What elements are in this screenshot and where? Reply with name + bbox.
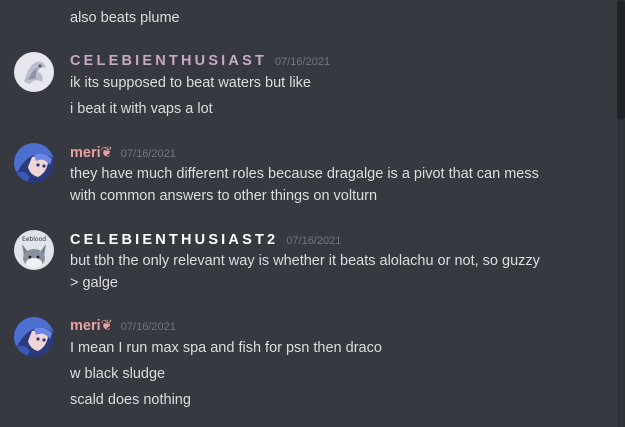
message-text: scald does nothing (70, 392, 191, 408)
username[interactable]: meri❦ (70, 143, 113, 163)
username[interactable]: CELEBIENTHUSIAST2 (70, 230, 278, 250)
message-text: ik its supposed to beat waters but like (70, 75, 311, 91)
blue-anime-avatar-icon[interactable] (14, 317, 54, 357)
avatar-caption: Eeblood (22, 236, 46, 243)
eevee-avatar-icon[interactable]: Eeblood (14, 230, 54, 270)
message-header: CELEBIENTHUSIAST 07/16/2021 (70, 51, 330, 71)
timestamp: 07/16/2021 (286, 235, 342, 247)
message-text: also beats plume (70, 10, 180, 26)
white-dragon-avatar-icon[interactable] (14, 52, 54, 92)
scrollbar-track[interactable] (617, 0, 625, 427)
message-text: but tbh the only relevant way is whether… (70, 253, 540, 269)
blue-anime-avatar-icon[interactable] (14, 143, 54, 183)
timestamp: 07/16/2021 (120, 321, 176, 333)
message-text: they have much different roles because d… (70, 166, 539, 182)
message-text: w black sludge (70, 366, 166, 382)
message-text: I mean I run max spa and fish for psn th… (70, 340, 382, 356)
timestamp: 07/16/2021 (120, 148, 176, 160)
message-list: also beats plume CELEBIENTHUSIAST 07/16/… (0, 0, 617, 427)
message-text: i beat it with vaps a lot (70, 101, 213, 117)
message-header: meri❦ 07/16/2021 (70, 143, 176, 163)
message-text: > galge (70, 275, 118, 291)
username[interactable]: meri❦ (70, 316, 113, 336)
username[interactable]: CELEBIENTHUSIAST (70, 51, 267, 71)
message-text: with common answers to other things on v… (70, 188, 378, 204)
timestamp: 07/16/2021 (275, 56, 331, 68)
scrollbar-thumb[interactable] (617, 0, 625, 120)
message-header: meri❦ 07/16/2021 (70, 316, 176, 336)
message-header: CELEBIENTHUSIAST2 07/16/2021 (70, 230, 341, 250)
